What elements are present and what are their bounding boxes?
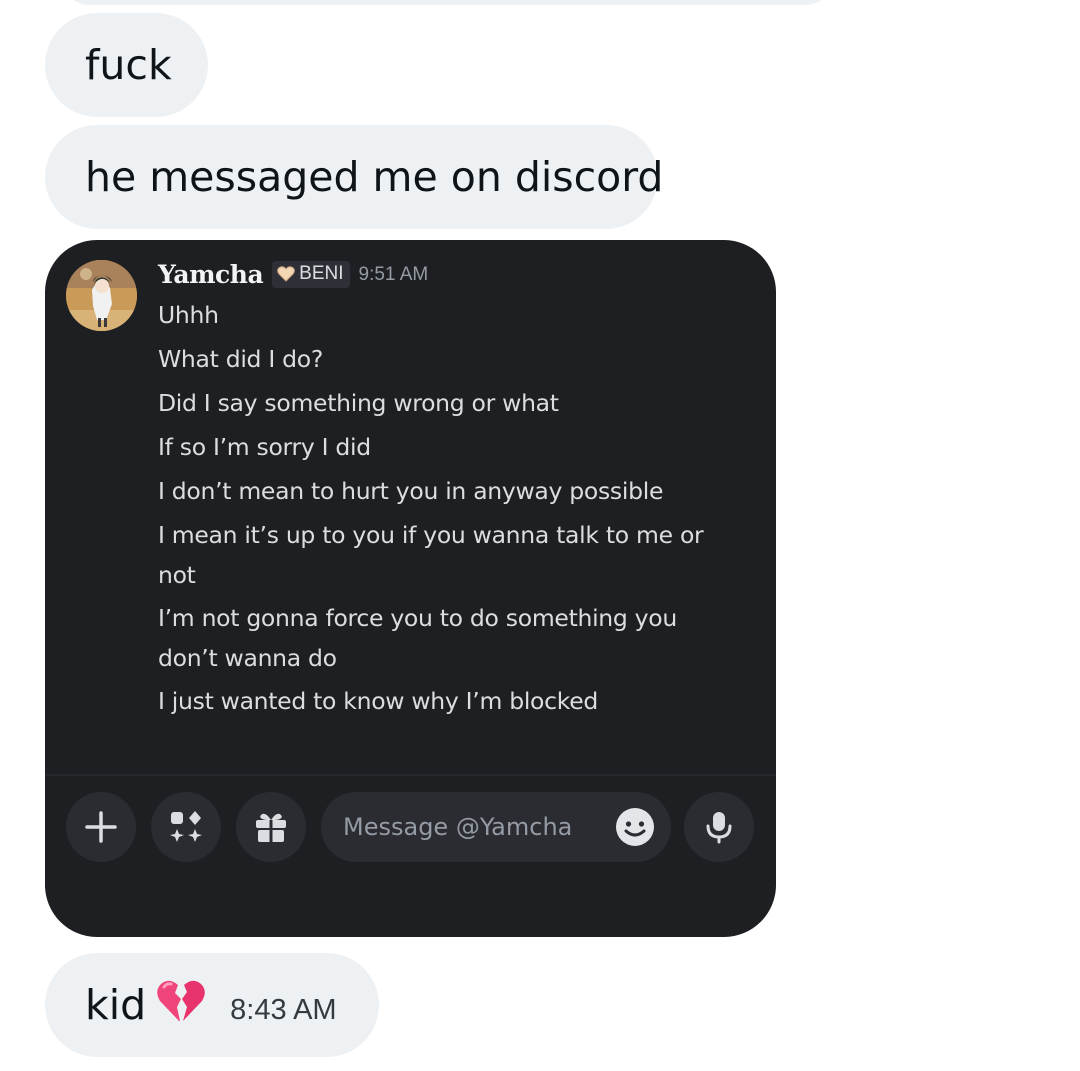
message-text: he messaged me on discord: [85, 153, 664, 201]
discord-screenshot[interactable]: Yamcha BENI 9:51 AM Uhhh What did I do? …: [45, 240, 776, 937]
avatar: [66, 260, 137, 331]
gift-icon: [256, 813, 286, 842]
server-tag[interactable]: BENI: [272, 261, 350, 288]
previous-message-edge: [60, 0, 835, 5]
message-bubble[interactable]: he messaged me on discord: [45, 125, 663, 229]
message-line: I just wanted to know why I’m blocked: [158, 687, 599, 715]
heart-badge-icon: [277, 266, 296, 282]
composer-divider: [45, 774, 776, 776]
message-line: If so I’m sorry I did: [158, 433, 371, 461]
add-attachment-button[interactable]: [66, 792, 136, 862]
chat-screen: fuck he messaged me on discord Yamcha BE…: [0, 0, 1080, 1071]
tag-label: BENI: [299, 263, 344, 284]
message-timestamp: 9:51 AM: [358, 263, 429, 285]
apps-button[interactable]: [151, 792, 221, 862]
message-line: I’m not gonna force you to do something …: [158, 604, 677, 632]
message-header: Yamcha BENI 9:51 AM: [158, 260, 428, 289]
message-line: don’t wanna do: [158, 644, 337, 672]
message-input-placeholder: Message @Yamcha: [343, 813, 573, 841]
message-bubble[interactable]: kid 8:43 AM: [45, 953, 379, 1057]
username[interactable]: Yamcha: [158, 260, 264, 289]
message-line: I don’t mean to hurt you in anyway possi…: [158, 477, 664, 505]
message-bubble[interactable]: fuck: [45, 13, 208, 117]
message-text: kid: [85, 981, 147, 1029]
microphone-icon: [706, 812, 732, 844]
message-line: I mean it’s up to you if you wanna talk …: [158, 521, 704, 549]
message-line: Uhhh: [158, 301, 219, 329]
gift-button[interactable]: [236, 792, 306, 862]
broken-heart-icon: [156, 977, 206, 1033]
plus-icon: [85, 811, 117, 843]
message-line: Did I say something wrong or what: [158, 389, 559, 417]
message-timestamp: 8:43 AM: [230, 993, 337, 1026]
message-line: not: [158, 561, 196, 589]
apps-icon: [170, 811, 202, 842]
message-line: What did I do?: [158, 345, 324, 373]
emoji-icon[interactable]: [615, 807, 655, 847]
voice-message-button[interactable]: [684, 792, 754, 862]
message-text: fuck: [85, 41, 172, 89]
